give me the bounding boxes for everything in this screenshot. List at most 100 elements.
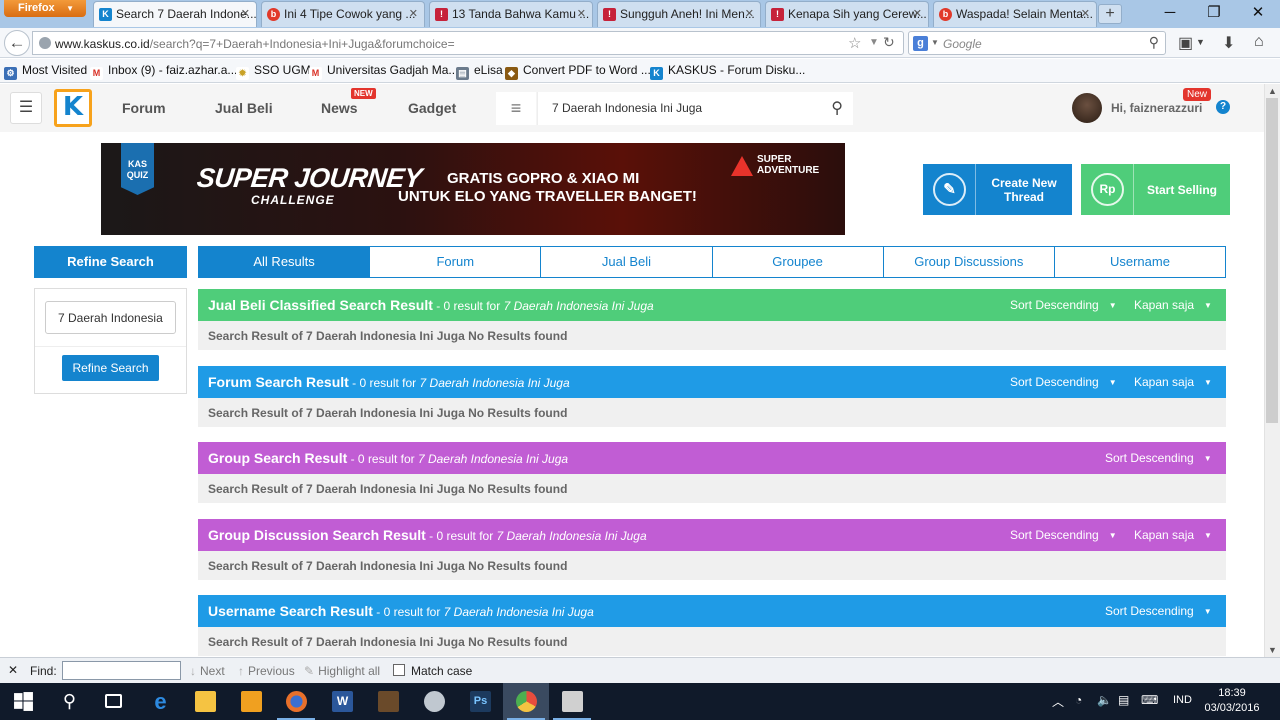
taskbar-search-button[interactable]: ⚲ [46, 683, 92, 720]
time-dropdown[interactable]: Kapan saja ▼ [1134, 375, 1212, 389]
downloads-icon[interactable]: ⬇ [1222, 33, 1235, 53]
network-icon[interactable]: ◔ [1075, 693, 1082, 707]
taskbar-clapper[interactable] [549, 683, 595, 720]
tab-close-icon[interactable]: ✕ [409, 2, 418, 27]
history-dropdown-icon[interactable]: ▼ [869, 37, 879, 48]
create-new-thread-button[interactable]: ✎ Create New Thread [923, 164, 1072, 215]
category-menu-icon[interactable]: ≡ [496, 92, 536, 125]
engine-dropdown-icon[interactable]: ▼ [931, 38, 939, 47]
bookmark-inbox[interactable]: M Inbox (9) - faiz.azhar.a... [90, 63, 237, 80]
taskbar-game[interactable] [365, 683, 411, 720]
search-icon[interactable]: ⚲ [831, 98, 843, 118]
browser-tab[interactable]: b Waspada! Selain Menta... ✕ [933, 1, 1097, 27]
promo-banner[interactable]: KAS QUIZ SUPER JOURNEY CHALLENGE GRATIS G… [101, 143, 845, 235]
time-dropdown[interactable]: Kapan saja ▼ [1134, 528, 1212, 542]
match-case-checkbox[interactable] [393, 664, 405, 676]
close-find-icon[interactable]: ✕ [8, 663, 18, 677]
bookmark-elisa[interactable]: ▤ eLisa [456, 63, 503, 80]
taskbar-edge[interactable]: e [137, 683, 183, 720]
sort-dropdown[interactable]: Sort Descending ▼ [1010, 298, 1117, 312]
highlight-all-button[interactable]: ✎ Highlight all [304, 664, 380, 678]
browser-tab[interactable]: ! Kenapa Sih yang Cerew... ✕ [765, 1, 929, 27]
back-button[interactable]: ← [4, 30, 30, 56]
avatar[interactable] [1072, 93, 1102, 123]
user-greeting[interactable]: Hi, faiznerazzuri [1111, 101, 1202, 115]
tab-groupee[interactable]: Groupee [712, 247, 884, 277]
url-bar[interactable]: www.kaskus.co.id/search?q=7+Daerah+Indon… [32, 31, 904, 55]
sort-dropdown[interactable]: Sort Descending ▼ [1105, 451, 1212, 465]
bookmark-most-visited[interactable]: ⚙ Most Visited [4, 63, 87, 80]
sort-dropdown[interactable]: Sort Descending ▼ [1010, 528, 1117, 542]
maximize-button[interactable]: ❐ [1194, 3, 1234, 23]
sort-dropdown[interactable]: Sort Descending ▼ [1010, 375, 1117, 389]
bookmark-sso-ugm[interactable]: ✹ SSO UGM [236, 63, 311, 80]
match-case-label[interactable]: Match case [411, 664, 472, 678]
tab-close-icon[interactable]: ✕ [745, 2, 754, 27]
bookmark-kaskus[interactable]: K KASKUS - Forum Disku... [650, 63, 805, 80]
taskbar-word[interactable]: W [319, 683, 365, 720]
bookmark-star-icon[interactable]: ☆ [848, 34, 861, 52]
close-window-button[interactable]: ✕ [1238, 3, 1278, 23]
taskbar-photoshop[interactable]: Ps [457, 683, 503, 720]
tab-group-discussions[interactable]: Group Discussions [883, 247, 1055, 277]
system-clock[interactable]: 18:39 03/03/2016 [1200, 686, 1264, 716]
find-previous-button[interactable]: ↑ Previous [238, 664, 295, 678]
taskbar-app[interactable] [411, 683, 457, 720]
scroll-down-icon[interactable]: ▼ [1268, 645, 1277, 655]
time-dropdown[interactable]: Kapan saja ▼ [1134, 298, 1212, 312]
tab-close-icon[interactable]: ✕ [1081, 2, 1090, 27]
screenshot-icon[interactable]: ▣ [1178, 33, 1193, 53]
refine-search-input[interactable] [45, 301, 176, 334]
browser-tab-active[interactable]: K Search 7 Daerah Indone... ✕ [93, 1, 257, 27]
taskbar-media[interactable] [228, 683, 274, 720]
nav-jual-beli[interactable]: Jual Beli [215, 100, 273, 116]
browser-search-box[interactable]: g ▼ Google ⚲ [908, 31, 1166, 55]
search-icon[interactable]: ⚲ [1149, 34, 1159, 51]
browser-tab[interactable]: b Ini 4 Tipe Cowok yang ... ✕ [261, 1, 425, 27]
language-indicator[interactable]: IND [1173, 694, 1192, 706]
action-center-icon[interactable]: ▤ [1118, 693, 1129, 707]
tab-close-icon[interactable]: ✕ [241, 2, 250, 27]
start-button[interactable] [0, 683, 46, 720]
task-view-icon [105, 694, 122, 708]
tab-forum[interactable]: Forum [370, 247, 542, 277]
nav-forum[interactable]: Forum [122, 100, 166, 116]
new-tab-button[interactable]: + [1098, 4, 1122, 24]
bookmark-convert-pdf[interactable]: ◆ Convert PDF to Word ... [505, 63, 651, 80]
nav-news[interactable]: News [321, 100, 358, 116]
browser-tab[interactable]: ! Sungguh Aneh! Ini Men... ✕ [597, 1, 761, 27]
find-input[interactable] [62, 661, 181, 680]
google-engine-icon[interactable]: g [913, 36, 928, 51]
reload-icon[interactable]: ↻ [883, 34, 895, 51]
bookmark-ugm[interactable]: M Universitas Gadjah Ma... [309, 63, 458, 80]
nav-gadget[interactable]: Gadget [408, 100, 456, 116]
start-selling-button[interactable]: Rp Start Selling [1081, 164, 1230, 215]
show-hidden-icons[interactable]: ︿ [1052, 693, 1064, 710]
keyboard-icon[interactable]: ⌨ [1141, 693, 1158, 707]
taskbar-firefox[interactable] [273, 683, 319, 720]
tab-all-results[interactable]: All Results [199, 247, 371, 277]
firefox-menu-button[interactable]: Firefox ▼ [4, 0, 86, 17]
tab-username[interactable]: Username [1054, 247, 1226, 277]
tab-jual-beli[interactable]: Jual Beli [541, 247, 713, 277]
taskbar-chrome[interactable] [503, 683, 549, 720]
sort-dropdown[interactable]: Sort Descending ▼ [1105, 604, 1212, 618]
minimize-button[interactable]: ─ [1150, 3, 1190, 23]
tab-close-icon[interactable]: ✕ [577, 2, 586, 27]
home-icon[interactable]: ⌂ [1254, 33, 1264, 51]
screenshot-dropdown-icon[interactable]: ▼ [1196, 37, 1205, 47]
site-search-input[interactable]: 7 Daerah Indonesia Ini Juga ⚲ [537, 92, 853, 125]
banner-subtitle: CHALLENGE [251, 193, 335, 207]
kaskus-logo[interactable]: K [54, 89, 92, 127]
task-view-button[interactable] [91, 683, 137, 720]
scroll-up-icon[interactable]: ▲ [1268, 86, 1277, 96]
scrollbar-thumb[interactable] [1266, 98, 1278, 423]
help-icon[interactable]: ? [1216, 100, 1230, 114]
tab-close-icon[interactable]: ✕ [913, 2, 922, 27]
taskbar-file-explorer[interactable] [182, 683, 228, 720]
refine-search-button[interactable]: Refine Search [62, 355, 159, 381]
browser-tab[interactable]: ! 13 Tanda Bahwa Kamu ... ✕ [429, 1, 593, 27]
hamburger-menu-icon[interactable]: ☰ [10, 92, 42, 124]
volume-icon[interactable]: 🔈 [1097, 693, 1112, 707]
find-next-button[interactable]: ↓ Next [190, 664, 225, 678]
